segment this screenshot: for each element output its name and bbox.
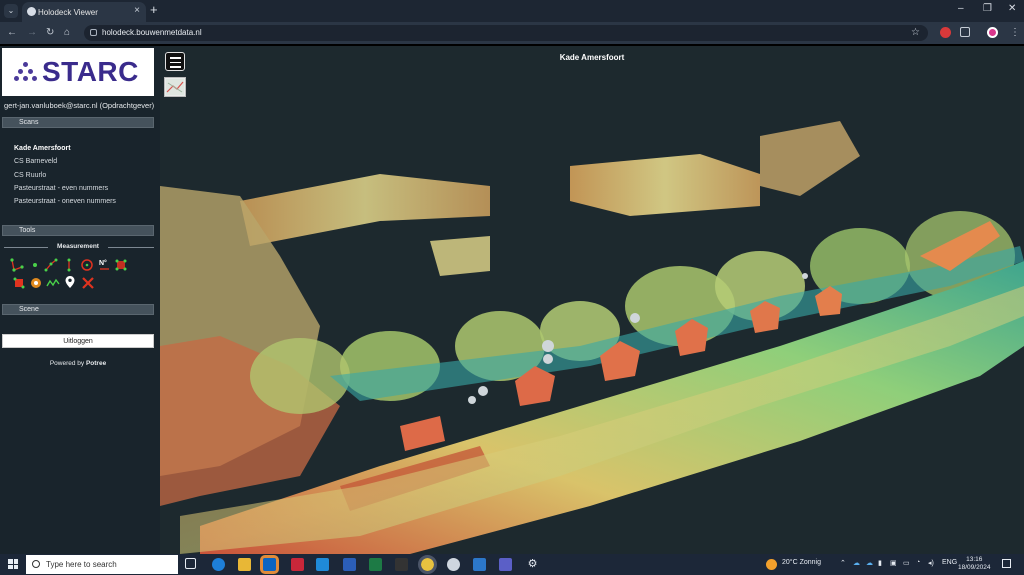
url-input[interactable]: holodeck.bouwenmetdata.nl ☆ [84, 25, 928, 41]
svg-text:N°: N° [99, 259, 107, 267]
scan-item-pasteurstraat-oneven[interactable]: Pasteurstraat - oneven nummers [14, 198, 116, 205]
hamburger-menu-icon[interactable] [165, 52, 185, 71]
map-toggle-icon[interactable] [164, 77, 186, 97]
circle-measure-icon[interactable] [80, 258, 94, 272]
sphere-volume-icon[interactable] [29, 276, 43, 290]
weather-sun-icon[interactable] [766, 559, 777, 570]
menu-kebab-icon[interactable]: ⋮ [1010, 27, 1020, 38]
scan-item-cs-ruurlo[interactable]: CS Ruurlo [14, 172, 46, 179]
file-explorer-icon[interactable] [238, 558, 251, 571]
clock[interactable]: 13:16 18/09/2024 [958, 556, 991, 572]
app-jm-icon[interactable] [395, 558, 408, 571]
tab-search-icon[interactable]: ⌄ [4, 4, 18, 18]
area-measure-icon[interactable] [114, 258, 128, 272]
annotation-pin-icon[interactable] [63, 275, 77, 289]
favicon-icon [27, 7, 36, 16]
settings-gear-icon[interactable]: ⚙ [526, 558, 539, 571]
powered-prefix: Powered by [49, 360, 86, 367]
search-placeholder: Type here to search [46, 560, 117, 569]
distance-measure-icon[interactable] [44, 258, 58, 272]
app-icon-3[interactable] [473, 558, 486, 571]
user-label: gert-jan.vanluboek@starc.nl (Opdrachtgev… [4, 101, 155, 110]
site-info-icon[interactable] [90, 29, 97, 36]
tools-section-header[interactable]: Tools [2, 225, 154, 236]
reload-icon[interactable]: ↻ [46, 27, 54, 38]
notifications-icon[interactable] [1002, 559, 1011, 568]
app-icon[interactable] [291, 558, 304, 571]
close-tab-icon[interactable]: × [134, 5, 140, 16]
point-cloud-viewer[interactable]: Kade Amersfoort [160, 46, 1024, 554]
potree-brand: Potree [85, 360, 107, 367]
viewer-title: Kade Amersfoort [559, 53, 625, 62]
profile-measure-icon[interactable] [46, 276, 60, 290]
forward-icon[interactable]: → [27, 27, 37, 38]
scan-item-kade-amersfoort[interactable]: Kade Amersfoort [14, 145, 71, 152]
task-view-icon[interactable] [185, 558, 196, 569]
search-icon [32, 560, 40, 568]
azimuth-measure-icon[interactable]: N° [97, 257, 111, 271]
microphone-icon[interactable]: ▮ [878, 559, 882, 567]
back-icon[interactable]: ← [7, 27, 17, 38]
home-icon[interactable]: ⌂ [64, 27, 70, 38]
potree-sidebar: STARC gert-jan.vanluboek@starc.nl (Opdra… [0, 46, 160, 554]
address-toolbar: ← → ↻ ⌂ holodeck.bouwenmetdata.nl ☆ ⋮ [0, 22, 1024, 44]
extension-icon[interactable] [940, 27, 951, 38]
new-tab-button[interactable]: + [150, 2, 158, 17]
extensions-puzzle-icon[interactable] [960, 27, 970, 37]
point-measure-icon[interactable] [28, 258, 42, 272]
close-window-icon[interactable]: ✕ [1008, 3, 1016, 14]
windows-taskbar: Type here to search ⚙ 20°C Zonnig ⌃ ☁ ☁ … [0, 554, 1024, 575]
word-icon[interactable] [343, 558, 356, 571]
logo-dots-icon [14, 62, 38, 82]
scans-section-header[interactable]: Scans [2, 117, 154, 128]
weather-text[interactable]: 20°C Zonnig [782, 559, 821, 566]
measurement-heading: Measurement [57, 243, 99, 250]
tray-chevron-icon[interactable]: ⌃ [840, 559, 846, 567]
volume-measure-icon[interactable] [12, 276, 26, 290]
volume-icon[interactable]: ◂) [928, 559, 934, 567]
remove-measurements-icon[interactable] [81, 276, 95, 290]
vscode-icon[interactable] [316, 558, 329, 571]
chrome-icon[interactable] [418, 555, 437, 574]
outlook-icon[interactable] [260, 555, 279, 574]
scan-item-cs-barneveld[interactable]: CS Barneveld [14, 158, 57, 165]
profile-avatar[interactable] [987, 27, 998, 38]
starc-logo: STARC [2, 48, 154, 96]
logout-button[interactable]: Uitloggen [2, 334, 154, 348]
clock-time: 13:16 [966, 556, 983, 563]
scene-section-header[interactable]: Scene [2, 304, 154, 315]
taskbar-search-input[interactable]: Type here to search [26, 555, 178, 574]
minimize-icon[interactable]: – [958, 3, 964, 14]
browser-title-bar: ⌄ Holodeck Viewer × + – ❐ ✕ [0, 0, 1024, 22]
onedrive-icon-2[interactable]: ☁ [866, 559, 873, 567]
wifi-icon[interactable]: ◔ [916, 559, 920, 566]
angle-measure-icon[interactable] [10, 258, 24, 272]
onedrive-icon[interactable]: ☁ [853, 559, 860, 567]
excel-icon[interactable] [369, 558, 382, 571]
battery-icon[interactable]: ▭ [903, 559, 910, 567]
logo-text: STARC [42, 56, 139, 87]
tab-title: Holodeck Viewer [38, 7, 98, 17]
restore-icon[interactable]: ❐ [983, 3, 992, 14]
windows-start-icon[interactable] [8, 559, 18, 569]
language-indicator[interactable]: ENG [942, 559, 957, 566]
scan-item-pasteurstraat-even[interactable]: Pasteurstraat - even nummers [14, 185, 108, 192]
tray-app-icon[interactable]: ▣ [890, 559, 897, 567]
edge-icon[interactable] [212, 558, 225, 571]
teams-icon[interactable] [499, 558, 512, 571]
bookmark-star-icon[interactable]: ☆ [911, 25, 920, 41]
clock-date: 18/09/2024 [958, 564, 991, 571]
app-icon-2[interactable] [447, 558, 460, 571]
powered-by: Powered by Potree [0, 360, 156, 367]
url-text: holodeck.bouwenmetdata.nl [102, 28, 202, 37]
browser-tab[interactable]: Holodeck Viewer × [22, 2, 146, 22]
height-measure-icon[interactable] [62, 258, 76, 272]
point-cloud-render [160, 46, 1024, 554]
